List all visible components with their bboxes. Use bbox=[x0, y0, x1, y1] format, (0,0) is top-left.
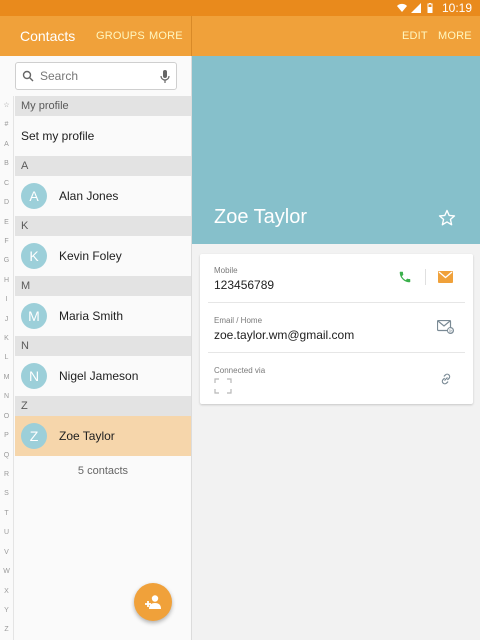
add-contact-icon bbox=[145, 595, 161, 609]
contact-name: Nigel Jameson bbox=[59, 369, 139, 383]
contact-info-card: Mobile 123456789 Email / Home zoe.taylor… bbox=[200, 254, 473, 404]
alpha-index-letter[interactable]: X bbox=[0, 582, 13, 601]
mic-icon[interactable] bbox=[160, 69, 170, 83]
groups-button[interactable]: GROUPS bbox=[96, 30, 145, 42]
contact-detail-pane: Zoe Taylor Mobile 123456789 Email / Home… bbox=[192, 56, 480, 640]
alpha-index-letter[interactable]: Z bbox=[0, 620, 13, 639]
battery-icon bbox=[427, 3, 433, 13]
alpha-index-letter[interactable]: Y bbox=[0, 601, 13, 620]
alpha-index-letter[interactable]: P bbox=[0, 426, 13, 445]
section-header: K bbox=[15, 216, 191, 236]
app-bar-divider bbox=[191, 16, 192, 56]
contact-row[interactable]: N Nigel Jameson bbox=[15, 356, 191, 396]
alpha-index-letter[interactable]: N bbox=[0, 387, 13, 406]
email-value[interactable]: zoe.taylor.wm@gmail.com bbox=[214, 328, 463, 342]
add-contact-button[interactable] bbox=[134, 583, 172, 621]
search-input[interactable] bbox=[40, 69, 140, 83]
field-divider bbox=[208, 302, 465, 303]
connected-via-field: Connected via bbox=[214, 366, 463, 375]
more-button-right[interactable]: MORE bbox=[438, 30, 472, 42]
field-divider bbox=[208, 352, 465, 353]
alpha-index-letter[interactable]: E bbox=[0, 213, 13, 232]
avatar: N bbox=[21, 363, 47, 389]
section-header: M bbox=[15, 276, 191, 296]
contact-detail-name: Zoe Taylor bbox=[214, 206, 308, 228]
contact-count: 5 contacts bbox=[77, 465, 129, 477]
connected-placeholder-icon bbox=[214, 378, 232, 394]
contact-name: Zoe Taylor bbox=[59, 429, 115, 443]
section-header-my-profile: My profile bbox=[15, 96, 191, 116]
alpha-index-letter[interactable]: C bbox=[0, 174, 13, 193]
avatar: K bbox=[21, 243, 47, 269]
alphabet-index[interactable]: ☆ # A B C D E F G H I J K L M N O P Q R … bbox=[0, 96, 14, 640]
avatar: M bbox=[21, 303, 47, 329]
status-time: 10:19 bbox=[441, 1, 472, 15]
phone-icon[interactable] bbox=[398, 270, 412, 284]
app-bar: Contacts GROUPS MORE EDIT MORE bbox=[0, 16, 480, 56]
alpha-index-letter[interactable]: H bbox=[0, 271, 13, 290]
contact-name: Maria Smith bbox=[59, 309, 124, 323]
signal-icon bbox=[410, 3, 421, 13]
contact-list: My profile Set my profile A A Alan Jones… bbox=[15, 96, 191, 477]
contact-header: Zoe Taylor bbox=[192, 56, 480, 244]
section-header: Z bbox=[15, 396, 191, 416]
alpha-index-letter[interactable]: J bbox=[0, 310, 13, 329]
alpha-index-letter[interactable]: M bbox=[0, 368, 13, 387]
contacts-pane: ☆ # A B C D E F G H I J K L M N O P Q R … bbox=[0, 56, 191, 640]
alpha-index-letter[interactable]: # bbox=[0, 115, 13, 134]
alpha-index-letter[interactable]: R bbox=[0, 465, 13, 484]
alpha-index-letter[interactable]: L bbox=[0, 348, 13, 367]
email-field: Email / Home zoe.taylor.wm@gmail.com bbox=[214, 316, 463, 342]
message-icon[interactable] bbox=[438, 271, 453, 283]
edit-button[interactable]: EDIT bbox=[402, 30, 428, 42]
alpha-index-letter[interactable]: B bbox=[0, 154, 13, 173]
section-header: N bbox=[15, 336, 191, 356]
avatar: A bbox=[21, 183, 47, 209]
alpha-index-letter[interactable]: D bbox=[0, 193, 13, 212]
star-icon[interactable] bbox=[438, 209, 456, 227]
alpha-index-letter[interactable]: I bbox=[0, 290, 13, 309]
contact-row[interactable]: M Maria Smith bbox=[15, 296, 191, 336]
set-my-profile-item[interactable]: Set my profile bbox=[15, 116, 191, 156]
wifi-icon bbox=[396, 3, 407, 13]
contact-name: Alan Jones bbox=[59, 189, 119, 203]
contact-row[interactable]: A Alan Jones bbox=[15, 176, 191, 216]
contact-row[interactable]: K Kevin Foley bbox=[15, 236, 191, 276]
contact-name: Kevin Foley bbox=[59, 249, 122, 263]
alpha-index-letter[interactable]: W bbox=[0, 562, 13, 581]
set-my-profile-label: Set my profile bbox=[21, 129, 95, 143]
alpha-index-letter[interactable]: V bbox=[0, 543, 13, 562]
alpha-index-letter[interactable]: U bbox=[0, 523, 13, 542]
section-header: A bbox=[15, 156, 191, 176]
more-button-left[interactable]: MORE bbox=[149, 30, 183, 42]
email-icon[interactable]: @ bbox=[437, 320, 454, 334]
alpha-index-letter[interactable]: F bbox=[0, 232, 13, 251]
search-icon bbox=[22, 70, 34, 82]
alpha-index-letter[interactable]: T bbox=[0, 504, 13, 523]
app-title: Contacts bbox=[20, 28, 76, 44]
alpha-index-letter[interactable]: G bbox=[0, 251, 13, 270]
action-divider bbox=[425, 269, 426, 285]
avatar: Z bbox=[21, 423, 47, 449]
alpha-index-letter[interactable]: K bbox=[0, 329, 13, 348]
connected-via-label: Connected via bbox=[214, 366, 266, 375]
alpha-index-letter[interactable]: Q bbox=[0, 446, 13, 465]
alpha-index-letter[interactable]: O bbox=[0, 407, 13, 426]
status-bar: 10:19 bbox=[0, 0, 480, 16]
alpha-index-letter[interactable]: S bbox=[0, 484, 13, 503]
svg-text:@: @ bbox=[449, 328, 454, 334]
alpha-index-letter[interactable]: A bbox=[0, 135, 13, 154]
search-box[interactable] bbox=[15, 62, 177, 90]
alpha-index-letter[interactable]: ☆ bbox=[0, 96, 13, 115]
contact-row-selected[interactable]: Z Zoe Taylor bbox=[15, 416, 191, 456]
email-label: Email / Home bbox=[214, 316, 263, 325]
link-icon[interactable] bbox=[439, 372, 453, 386]
